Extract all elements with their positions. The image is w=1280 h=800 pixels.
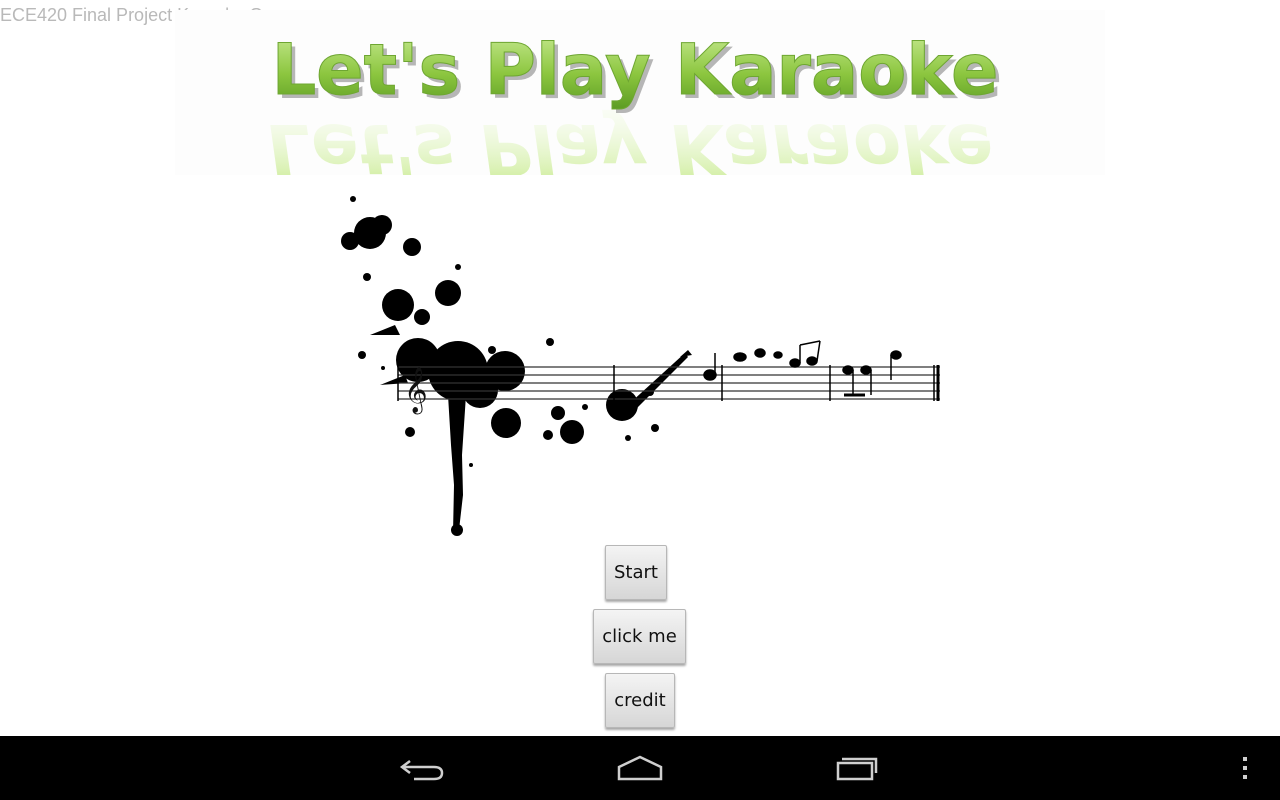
ink-splash-music-staff-image: 𝄞	[320, 185, 960, 545]
banner-title: Let's Play Karaoke	[272, 29, 999, 111]
title-banner: Let's Play Karaoke Let's Play Karaoke Le…	[175, 10, 1105, 175]
back-icon[interactable]	[388, 748, 458, 788]
credit-button[interactable]: credit	[605, 673, 675, 728]
svg-text:𝄞: 𝄞	[404, 367, 428, 415]
overflow-menu-icon[interactable]	[1230, 748, 1260, 788]
system-navigation-bar	[0, 736, 1280, 800]
start-button[interactable]: Start	[605, 545, 667, 600]
recent-apps-icon[interactable]	[822, 748, 892, 788]
title-reflection: Let's Play Karaoke	[262, 108, 1000, 175]
click-me-button[interactable]: click me	[593, 609, 686, 664]
home-icon[interactable]	[605, 748, 675, 788]
